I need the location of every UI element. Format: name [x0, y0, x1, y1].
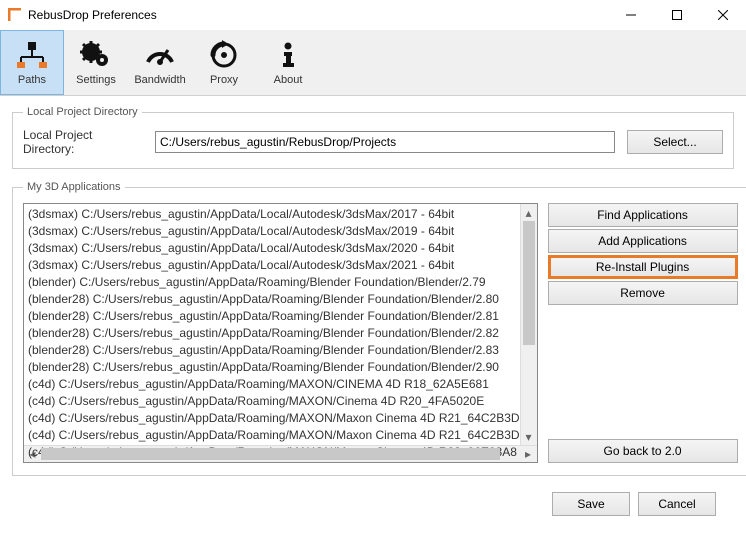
reinstall-plugins-button[interactable]: Re-Install Plugins	[548, 255, 738, 279]
app-icon	[8, 8, 22, 22]
content-area: Local Project Directory Local Project Di…	[0, 96, 746, 526]
list-item[interactable]: (blender28) C:/Users/rebus_agustin/AppDa…	[28, 359, 520, 376]
list-item[interactable]: (c4d) C:/Users/rebus_agustin/AppData/Roa…	[28, 376, 520, 393]
save-button[interactable]: Save	[552, 492, 630, 516]
list-item[interactable]: (c4d) C:/Users/rebus_agustin/AppData/Roa…	[28, 427, 520, 444]
list-item[interactable]: (blender) C:/Users/rebus_agustin/AppData…	[28, 274, 520, 291]
list-item[interactable]: (3dsmax) C:/Users/rebus_agustin/AppData/…	[28, 223, 520, 240]
list-item[interactable]: (3dsmax) C:/Users/rebus_agustin/AppData/…	[28, 257, 520, 274]
settings-icon	[80, 40, 112, 70]
spacer	[548, 307, 738, 437]
local-project-group: Local Project Directory Local Project Di…	[12, 106, 734, 169]
minimize-button[interactable]	[608, 0, 654, 30]
tab-about[interactable]: About	[256, 30, 320, 95]
tab-proxy-label: Proxy	[210, 74, 238, 86]
tab-proxy[interactable]: Proxy	[192, 30, 256, 95]
window-title: RebusDrop Preferences	[28, 8, 608, 22]
scroll-up-icon[interactable]: ▴	[521, 204, 537, 221]
scroll-thumb-horizontal[interactable]	[41, 448, 500, 460]
list-item[interactable]: (c4d) C:/Users/rebus_agustin/AppData/Roa…	[28, 410, 520, 427]
tab-paths[interactable]: Paths	[0, 30, 64, 95]
tab-paths-label: Paths	[18, 74, 46, 86]
tab-settings-label: Settings	[76, 74, 116, 86]
go-back-button[interactable]: Go back to 2.0	[548, 439, 738, 463]
scroll-thumb-vertical[interactable]	[523, 221, 535, 345]
vertical-scrollbar[interactable]: ▴ ▾	[520, 204, 537, 445]
list-item[interactable]: (c4d) C:/Users/rebus_agustin/AppData/Roa…	[28, 393, 520, 410]
tab-settings[interactable]: Settings	[64, 30, 128, 95]
apps-side-buttons: Find Applications Add Applications Re-In…	[548, 203, 738, 463]
title-bar: RebusDrop Preferences	[0, 0, 746, 30]
remove-button[interactable]: Remove	[548, 281, 738, 305]
footer: Save Cancel	[12, 488, 734, 516]
list-item[interactable]: (blender28) C:/Users/rebus_agustin/AppDa…	[28, 342, 520, 359]
add-applications-button[interactable]: Add Applications	[548, 229, 738, 253]
maximize-button[interactable]	[654, 0, 700, 30]
list-item[interactable]: (3dsmax) C:/Users/rebus_agustin/AppData/…	[28, 206, 520, 223]
scroll-right-icon[interactable]: ▸	[520, 446, 537, 462]
find-applications-button[interactable]: Find Applications	[548, 203, 738, 227]
scroll-down-icon[interactable]: ▾	[521, 428, 537, 445]
paths-icon	[16, 40, 48, 70]
about-icon	[272, 40, 304, 70]
toolbar: Paths Settings Bandwidth Proxy	[0, 30, 746, 96]
local-project-legend: Local Project Directory	[23, 106, 142, 118]
apps-list[interactable]: (3dsmax) C:/Users/rebus_agustin/AppData/…	[23, 203, 538, 463]
horizontal-scrollbar[interactable]: ◂ ▸	[24, 445, 537, 462]
close-button[interactable]	[700, 0, 746, 30]
window-controls	[608, 0, 746, 30]
apps-legend: My 3D Applications	[23, 181, 125, 193]
list-item[interactable]: (blender28) C:/Users/rebus_agustin/AppDa…	[28, 308, 520, 325]
proxy-icon	[208, 40, 240, 70]
tab-bandwidth-label: Bandwidth	[134, 74, 185, 86]
list-item[interactable]: (blender28) C:/Users/rebus_agustin/AppDa…	[28, 325, 520, 342]
tab-about-label: About	[274, 74, 303, 86]
list-item[interactable]: (blender28) C:/Users/rebus_agustin/AppDa…	[28, 291, 520, 308]
local-project-input[interactable]	[155, 131, 615, 153]
bandwidth-icon	[144, 40, 176, 70]
cancel-button[interactable]: Cancel	[638, 492, 716, 516]
local-project-label: Local Project Directory:	[23, 128, 143, 156]
tab-bandwidth[interactable]: Bandwidth	[128, 30, 192, 95]
list-item[interactable]: (3dsmax) C:/Users/rebus_agustin/AppData/…	[28, 240, 520, 257]
select-button[interactable]: Select...	[627, 130, 723, 154]
apps-group: My 3D Applications (3dsmax) C:/Users/reb…	[12, 181, 746, 476]
